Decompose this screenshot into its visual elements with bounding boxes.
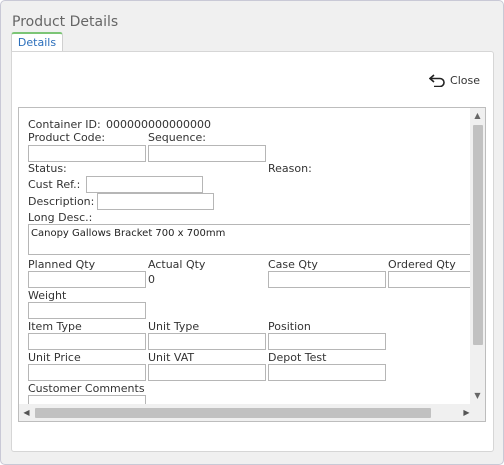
- cust-ref-field[interactable]: [86, 176, 203, 193]
- case-qty-label: Case Qty: [268, 258, 318, 271]
- scroll-down-arrow-icon[interactable]: ▼: [470, 388, 485, 403]
- tab-details[interactable]: Details: [11, 32, 63, 52]
- position-field[interactable]: [268, 333, 386, 350]
- planned-qty-label: Planned Qty: [28, 258, 96, 271]
- window-title: Product Details: [12, 14, 119, 30]
- item-type-label: Item Type: [28, 320, 82, 333]
- unit-vat-field[interactable]: [148, 364, 266, 381]
- customer-comments-label: Customer Comments: [28, 382, 145, 395]
- unit-type-label: Unit Type: [148, 320, 200, 333]
- form-content: Container ID: 000000000000000 Product Co…: [19, 108, 477, 405]
- form-scroll-frame: Container ID: 000000000000000 Product Co…: [18, 107, 486, 422]
- status-label: Status:: [28, 162, 67, 175]
- depot-test-label: Depot Test: [268, 351, 327, 364]
- horizontal-scroll-thumb[interactable]: [35, 408, 431, 418]
- container-id-value: 000000000000000: [106, 118, 211, 131]
- planned-qty-field[interactable]: [28, 271, 146, 288]
- ordered-qty-field[interactable]: [388, 271, 477, 288]
- description-field[interactable]: [97, 193, 214, 210]
- product-details-window: Product Details Details Close Container …: [0, 0, 504, 465]
- reason-label: Reason:: [268, 162, 312, 175]
- long-desc-label: Long Desc.:: [28, 211, 93, 224]
- close-label: Close: [450, 73, 480, 87]
- product-code-label: Product Code:: [28, 131, 106, 144]
- case-qty-field[interactable]: [268, 271, 386, 288]
- weight-label: Weight: [28, 289, 67, 302]
- sequence-label: Sequence:: [148, 131, 206, 144]
- unit-vat-label: Unit VAT: [148, 351, 195, 364]
- sequence-field[interactable]: [148, 145, 266, 162]
- unit-price-field[interactable]: [28, 364, 146, 381]
- position-label: Position: [268, 320, 311, 333]
- actual-qty-label: Actual Qty: [148, 258, 206, 271]
- actual-qty-value: 0: [148, 273, 155, 286]
- horizontal-scrollbar[interactable]: ◀ ▶: [19, 404, 477, 421]
- details-panel: Close Container ID: 000000000000000 Prod…: [11, 51, 494, 452]
- description-label: Description:: [28, 195, 95, 208]
- scrollbar-corner: [470, 404, 485, 421]
- cust-ref-label: Cust Ref.:: [28, 178, 81, 191]
- depot-test-field[interactable]: [268, 364, 386, 381]
- close-button[interactable]: Close: [429, 72, 480, 88]
- product-code-field[interactable]: [28, 145, 146, 162]
- unit-price-label: Unit Price: [28, 351, 81, 364]
- item-type-field[interactable]: [28, 333, 146, 350]
- unit-type-field[interactable]: [148, 333, 266, 350]
- container-id-label: Container ID:: [28, 118, 101, 131]
- weight-field[interactable]: [28, 302, 146, 319]
- scroll-left-arrow-icon[interactable]: ◀: [19, 404, 34, 421]
- scroll-up-arrow-icon[interactable]: ▲: [470, 108, 485, 123]
- long-desc-field[interactable]: Canopy Gallows Bracket 700 x 700mm: [28, 224, 477, 255]
- ordered-qty-label: Ordered Qty: [388, 258, 456, 271]
- vertical-scroll-thumb[interactable]: [473, 125, 483, 345]
- undo-arrow-icon: [429, 73, 445, 87]
- vertical-scrollbar[interactable]: ▲ ▼: [470, 108, 485, 405]
